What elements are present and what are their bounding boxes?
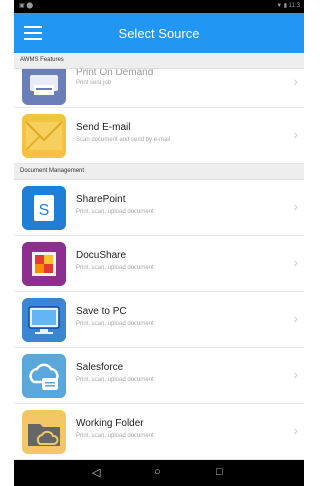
app-bar: Select Source xyxy=(14,13,304,53)
device-screen: ▣ ⬤ ▼ ▮ 11:3 Select Source AWMS Features… xyxy=(14,0,304,486)
list-item-save-to-pc[interactable]: Save to PC Print, scan, upload document … xyxy=(14,292,304,348)
item-desc: Print, scan, upload document xyxy=(76,321,154,327)
list-item-send-email[interactable]: Send E-mail Scan document and send by e-… xyxy=(14,108,304,164)
list-item-salesforce[interactable]: Salesforce Print, scan, upload document … xyxy=(14,348,304,404)
item-name: DocuShare xyxy=(76,250,127,261)
status-left: ▣ ⬤ xyxy=(19,3,34,9)
item-desc: Print, scan, upload document xyxy=(76,433,154,439)
item-name: Send E-mail xyxy=(76,122,131,133)
chevron-right-icon: › xyxy=(293,73,298,89)
chevron-right-icon: › xyxy=(293,366,298,382)
docushare-icon xyxy=(22,242,66,286)
status-right: ▼ ▮ 11:3 xyxy=(276,3,300,9)
salesforce-icon xyxy=(22,354,66,398)
recent-apps-icon[interactable]: □ xyxy=(216,466,223,478)
item-desc: Print sent job xyxy=(76,80,112,86)
chevron-right-icon: › xyxy=(293,254,298,270)
item-desc: Print, scan, upload document xyxy=(76,209,154,215)
section-header-document-management: Document Management xyxy=(14,164,304,180)
sharepoint-icon: S xyxy=(22,186,66,230)
item-name: SharePoint xyxy=(76,194,126,205)
status-bar: ▣ ⬤ ▼ ▮ 11:3 xyxy=(14,0,304,13)
item-desc: Print, scan, upload document xyxy=(76,265,154,271)
item-name: Save to PC xyxy=(76,306,127,317)
print-on-demand-icon xyxy=(22,69,66,105)
list-item-sharepoint[interactable]: S SharePoint Print, scan, upload documen… xyxy=(14,180,304,236)
email-icon xyxy=(22,114,66,158)
save-to-pc-icon xyxy=(22,298,66,342)
home-icon[interactable]: ○ xyxy=(154,466,161,478)
chevron-right-icon: › xyxy=(293,198,298,214)
page-title: Select Source xyxy=(118,26,200,41)
list-item-print-on-demand[interactable]: Print On Demand Print sent job › xyxy=(14,69,304,108)
list-item-docushare[interactable]: DocuShare Print, scan, upload document › xyxy=(14,236,304,292)
list-item-working-folder[interactable]: Working Folder Print, scan, upload docum… xyxy=(14,404,304,460)
awms-list: Print On Demand Print sent job › Send E-… xyxy=(14,69,304,164)
back-icon[interactable]: ◁ xyxy=(92,466,100,479)
chevron-right-icon: › xyxy=(293,310,298,326)
item-name: Salesforce xyxy=(76,362,124,373)
item-name: Print On Demand xyxy=(76,69,154,78)
item-desc: Print, scan, upload document xyxy=(76,377,154,383)
navigation-bar: ◁ ○ □ xyxy=(14,460,304,486)
section-header-awms: AWMS Features xyxy=(14,53,304,69)
chevron-right-icon: › xyxy=(293,126,298,142)
chevron-right-icon: › xyxy=(293,422,298,438)
working-folder-icon xyxy=(22,410,66,454)
item-desc: Scan document and send by e-mail xyxy=(76,137,171,143)
document-management-list: S SharePoint Print, scan, upload documen… xyxy=(14,180,304,460)
item-name: Working Folder xyxy=(76,418,144,429)
svg-text:S: S xyxy=(39,202,50,219)
